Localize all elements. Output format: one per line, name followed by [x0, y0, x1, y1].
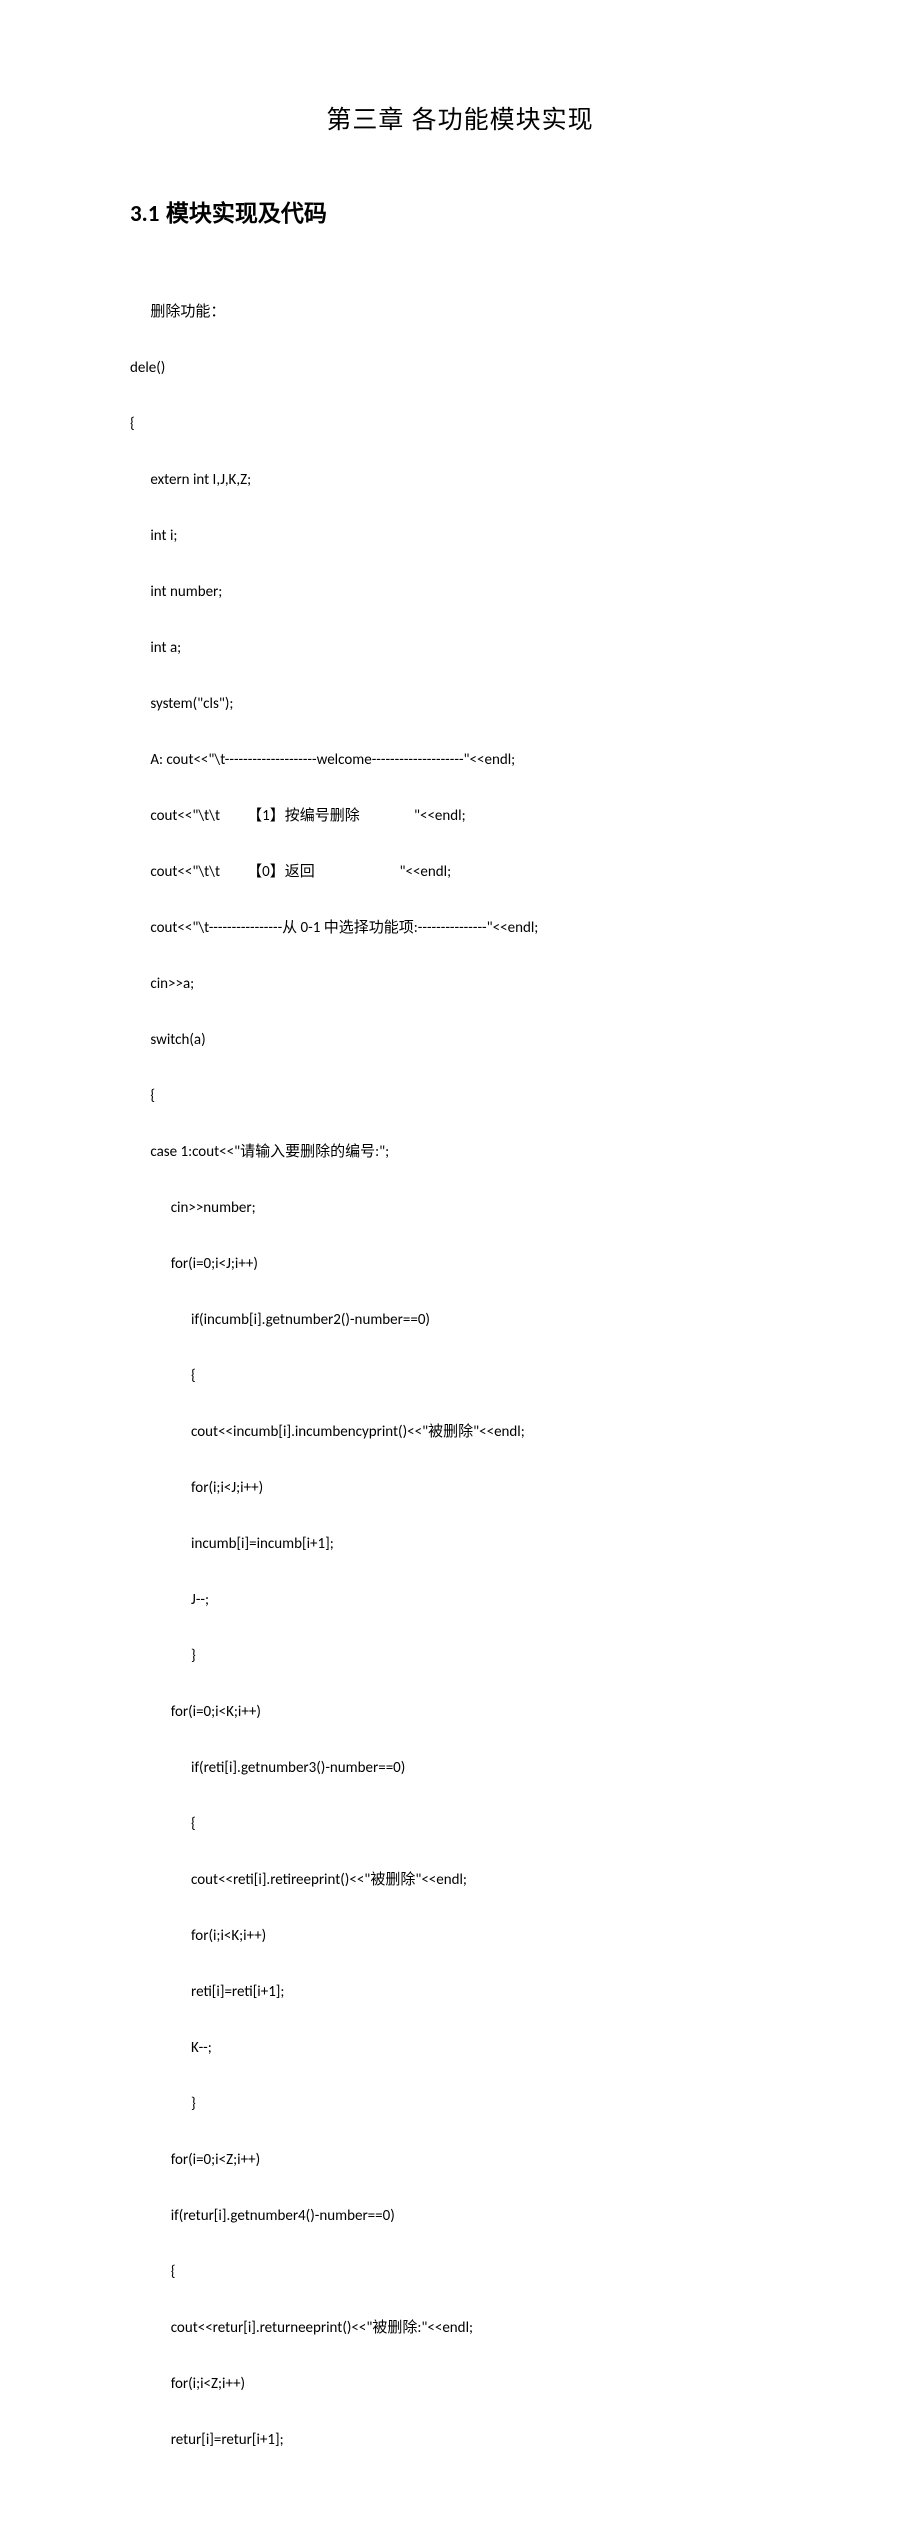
code-block: 删除功能： dele() { extern int I,J,K,Z; int i… — [130, 270, 790, 2482]
code-line: cout<<incumb[i].incumbencyprint()<<"被删除"… — [130, 1418, 790, 1446]
code-line: { — [130, 410, 790, 438]
code-line: system("cls"); — [130, 690, 790, 718]
section-number: 3.1 — [130, 200, 159, 228]
code-line: A: cout<<"\t--------------------welcome-… — [130, 746, 790, 774]
code-line: dele() — [130, 354, 790, 382]
code-line: int a; — [130, 634, 790, 662]
code-line: 删除功能： — [130, 298, 790, 326]
code-line: { — [130, 1082, 790, 1110]
code-line: } — [130, 1642, 790, 1670]
code-line: int i; — [130, 522, 790, 550]
code-line: for(i=0;i<K;i++) — [130, 1698, 790, 1726]
code-line: case 1:cout<<"请输入要删除的编号:"; — [130, 1138, 790, 1166]
code-line: if(retur[i].getnumber4()-number==0) — [130, 2202, 790, 2230]
code-line: for(i;i<K;i++) — [130, 1922, 790, 1950]
code-line: if(incumb[i].getnumber2()-number==0) — [130, 1306, 790, 1334]
code-line: int number; — [130, 578, 790, 606]
code-line: cin>>a; — [130, 970, 790, 998]
code-line: { — [130, 1810, 790, 1838]
code-line: switch(a) — [130, 1026, 790, 1054]
section-name: 模块实现及代码 — [166, 200, 327, 226]
code-line: cout<<"\t\t 【0】返回 "<<endl; — [130, 858, 790, 886]
code-line: { — [130, 2258, 790, 2286]
code-line: { — [130, 1362, 790, 1390]
code-line: cout<<retur[i].returneeprint()<<"被删除:"<<… — [130, 2314, 790, 2342]
code-line: extern int I,J,K,Z; — [130, 466, 790, 494]
code-line: K--; — [130, 2034, 790, 2062]
section-title: 3.1 模块实现及代码 — [130, 194, 790, 228]
code-line: incumb[i]=incumb[i+1]; — [130, 1530, 790, 1558]
code-line: } — [130, 2090, 790, 2118]
code-line: if(reti[i].getnumber3()-number==0) — [130, 1754, 790, 1782]
code-line: cin>>number; — [130, 1194, 790, 1222]
code-line: for(i=0;i<Z;i++) — [130, 2146, 790, 2174]
code-line: cout<<"\t\t 【1】按编号删除 "<<endl; — [130, 802, 790, 830]
code-line: J--; — [130, 1586, 790, 1614]
code-line: for(i;i<J;i++) — [130, 1474, 790, 1502]
code-line: for(i;i<Z;i++) — [130, 2370, 790, 2398]
code-line: reti[i]=reti[i+1]; — [130, 1978, 790, 2006]
code-line: cout<<reti[i].retireeprint()<<"被删除"<<end… — [130, 1866, 790, 1894]
code-line: cout<<"\t----------------从 0-1 中选择功能项:--… — [130, 914, 790, 942]
chapter-title: 第三章 各功能模块实现 — [130, 100, 790, 136]
code-line: for(i=0;i<J;i++) — [130, 1250, 790, 1278]
code-line: retur[i]=retur[i+1]; — [130, 2426, 790, 2454]
